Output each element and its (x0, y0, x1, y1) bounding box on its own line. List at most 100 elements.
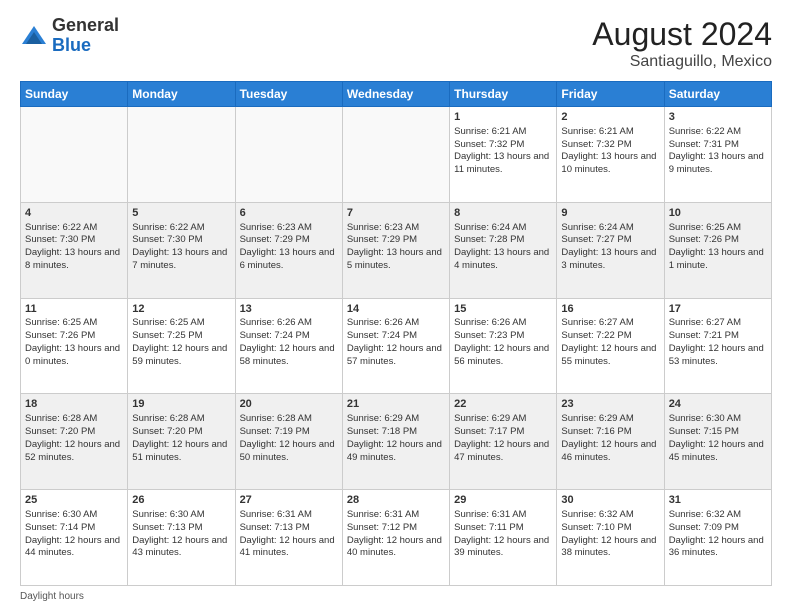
day-info: Sunset: 7:22 PM (561, 330, 659, 343)
day-number: 17 (669, 302, 767, 317)
day-info: Daylight: 12 hours and 53 minutes. (669, 343, 767, 369)
logo: General Blue (20, 16, 119, 56)
calendar-cell: 22Sunrise: 6:29 AMSunset: 7:17 PMDayligh… (450, 394, 557, 490)
day-number: 1 (454, 110, 552, 125)
logo-icon (20, 22, 48, 50)
weekday-header-thursday: Thursday (450, 82, 557, 107)
day-info: Sunrise: 6:23 AM (347, 222, 445, 235)
day-number: 19 (132, 397, 230, 412)
calendar-cell: 24Sunrise: 6:30 AMSunset: 7:15 PMDayligh… (664, 394, 771, 490)
day-info: Sunrise: 6:32 AM (669, 509, 767, 522)
day-info: Sunset: 7:21 PM (669, 330, 767, 343)
day-info: Daylight: 12 hours and 59 minutes. (132, 343, 230, 369)
day-info: Daylight: 12 hours and 56 minutes. (454, 343, 552, 369)
day-info: Sunrise: 6:23 AM (240, 222, 338, 235)
day-info: Daylight: 12 hours and 55 minutes. (561, 343, 659, 369)
day-info: Sunrise: 6:26 AM (347, 317, 445, 330)
day-number: 27 (240, 493, 338, 508)
day-info: Sunrise: 6:30 AM (669, 413, 767, 426)
day-info: Sunset: 7:16 PM (561, 426, 659, 439)
day-info: Sunrise: 6:21 AM (561, 126, 659, 139)
day-number: 16 (561, 302, 659, 317)
calendar-cell: 14Sunrise: 6:26 AMSunset: 7:24 PMDayligh… (342, 298, 449, 394)
day-info: Sunset: 7:13 PM (132, 522, 230, 535)
calendar-cell: 12Sunrise: 6:25 AMSunset: 7:25 PMDayligh… (128, 298, 235, 394)
calendar-cell: 4Sunrise: 6:22 AMSunset: 7:30 PMDaylight… (21, 202, 128, 298)
day-info: Sunrise: 6:28 AM (132, 413, 230, 426)
weekday-header-sunday: Sunday (21, 82, 128, 107)
title-block: August 2024 Santiaguillo, Mexico (592, 16, 772, 71)
day-info: Daylight: 12 hours and 36 minutes. (669, 535, 767, 561)
calendar-cell: 30Sunrise: 6:32 AMSunset: 7:10 PMDayligh… (557, 490, 664, 586)
calendar-cell: 31Sunrise: 6:32 AMSunset: 7:09 PMDayligh… (664, 490, 771, 586)
day-number: 21 (347, 397, 445, 412)
day-info: Sunset: 7:32 PM (454, 139, 552, 152)
day-info: Daylight: 13 hours and 0 minutes. (25, 343, 123, 369)
calendar-cell: 18Sunrise: 6:28 AMSunset: 7:20 PMDayligh… (21, 394, 128, 490)
day-info: Daylight: 12 hours and 39 minutes. (454, 535, 552, 561)
day-info: Sunset: 7:14 PM (25, 522, 123, 535)
day-info: Sunrise: 6:29 AM (347, 413, 445, 426)
day-info: Daylight: 12 hours and 52 minutes. (25, 439, 123, 465)
day-number: 28 (347, 493, 445, 508)
day-info: Sunset: 7:24 PM (347, 330, 445, 343)
weekday-header-row: SundayMondayTuesdayWednesdayThursdayFrid… (21, 82, 772, 107)
day-info: Sunrise: 6:25 AM (669, 222, 767, 235)
calendar-cell (21, 107, 128, 203)
day-info: Sunset: 7:10 PM (561, 522, 659, 535)
day-info: Daylight: 12 hours and 45 minutes. (669, 439, 767, 465)
weekday-header-tuesday: Tuesday (235, 82, 342, 107)
day-number: 10 (669, 206, 767, 221)
day-info: Sunset: 7:09 PM (669, 522, 767, 535)
day-info: Daylight: 12 hours and 47 minutes. (454, 439, 552, 465)
calendar-cell: 8Sunrise: 6:24 AMSunset: 7:28 PMDaylight… (450, 202, 557, 298)
day-info: Sunset: 7:15 PM (669, 426, 767, 439)
day-info: Sunset: 7:27 PM (561, 234, 659, 247)
calendar-cell: 1Sunrise: 6:21 AMSunset: 7:32 PMDaylight… (450, 107, 557, 203)
calendar-cell: 3Sunrise: 6:22 AMSunset: 7:31 PMDaylight… (664, 107, 771, 203)
day-number: 18 (25, 397, 123, 412)
day-number: 15 (454, 302, 552, 317)
day-info: Sunset: 7:11 PM (454, 522, 552, 535)
day-number: 13 (240, 302, 338, 317)
day-info: Sunrise: 6:31 AM (347, 509, 445, 522)
week-row-4: 18Sunrise: 6:28 AMSunset: 7:20 PMDayligh… (21, 394, 772, 490)
day-number: 2 (561, 110, 659, 125)
day-number: 9 (561, 206, 659, 221)
day-info: Daylight: 13 hours and 4 minutes. (454, 247, 552, 273)
day-info: Sunset: 7:26 PM (669, 234, 767, 247)
day-info: Daylight: 12 hours and 46 minutes. (561, 439, 659, 465)
day-info: Sunset: 7:28 PM (454, 234, 552, 247)
day-info: Sunrise: 6:25 AM (25, 317, 123, 330)
day-number: 25 (25, 493, 123, 508)
day-number: 29 (454, 493, 552, 508)
calendar-cell: 15Sunrise: 6:26 AMSunset: 7:23 PMDayligh… (450, 298, 557, 394)
logo-text: General Blue (52, 16, 119, 56)
calendar-cell: 27Sunrise: 6:31 AMSunset: 7:13 PMDayligh… (235, 490, 342, 586)
day-info: Sunrise: 6:30 AM (25, 509, 123, 522)
day-info: Sunrise: 6:28 AM (240, 413, 338, 426)
day-info: Sunset: 7:17 PM (454, 426, 552, 439)
day-info: Daylight: 12 hours and 58 minutes. (240, 343, 338, 369)
day-info: Sunset: 7:23 PM (454, 330, 552, 343)
month-year: August 2024 (592, 16, 772, 53)
calendar-cell: 16Sunrise: 6:27 AMSunset: 7:22 PMDayligh… (557, 298, 664, 394)
calendar-cell: 25Sunrise: 6:30 AMSunset: 7:14 PMDayligh… (21, 490, 128, 586)
day-info: Sunset: 7:24 PM (240, 330, 338, 343)
day-info: Daylight: 13 hours and 8 minutes. (25, 247, 123, 273)
day-info: Sunrise: 6:26 AM (240, 317, 338, 330)
calendar-cell: 29Sunrise: 6:31 AMSunset: 7:11 PMDayligh… (450, 490, 557, 586)
day-info: Daylight: 12 hours and 49 minutes. (347, 439, 445, 465)
weekday-header-wednesday: Wednesday (342, 82, 449, 107)
calendar-cell: 20Sunrise: 6:28 AMSunset: 7:19 PMDayligh… (235, 394, 342, 490)
calendar-cell (128, 107, 235, 203)
day-info: Daylight: 12 hours and 43 minutes. (132, 535, 230, 561)
header: General Blue August 2024 Santiaguillo, M… (20, 16, 772, 71)
day-info: Sunrise: 6:30 AM (132, 509, 230, 522)
day-info: Sunrise: 6:31 AM (454, 509, 552, 522)
calendar-cell: 10Sunrise: 6:25 AMSunset: 7:26 PMDayligh… (664, 202, 771, 298)
day-number: 30 (561, 493, 659, 508)
day-info: Daylight: 13 hours and 1 minute. (669, 247, 767, 273)
calendar-cell: 5Sunrise: 6:22 AMSunset: 7:30 PMDaylight… (128, 202, 235, 298)
calendar-cell: 19Sunrise: 6:28 AMSunset: 7:20 PMDayligh… (128, 394, 235, 490)
